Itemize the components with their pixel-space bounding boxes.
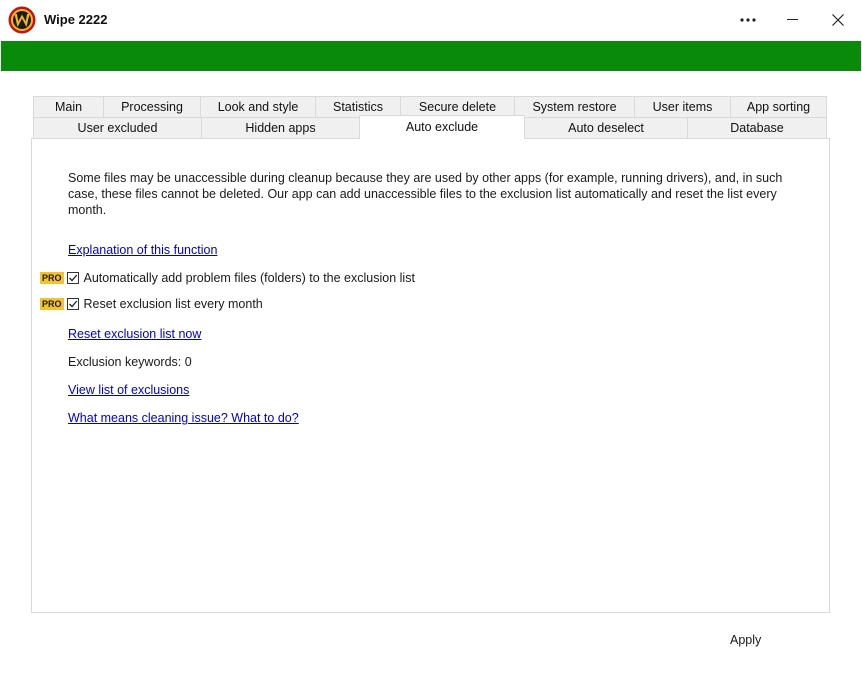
tab-processing[interactable]: Processing (103, 96, 201, 118)
view-exclusions-link[interactable]: View list of exclusions (68, 383, 189, 397)
cleaning-issue-link[interactable]: What means cleaning issue? What to do? (68, 411, 299, 425)
explanation-link[interactable]: Explanation of this function (68, 243, 217, 257)
minimize-button[interactable] (769, 0, 815, 40)
reset-monthly-label: Reset exclusion list every month (83, 297, 263, 311)
app-logo-icon (8, 6, 36, 34)
tab-hidden-apps[interactable]: Hidden apps (201, 117, 360, 139)
checkmark-icon (68, 274, 77, 282)
tab-auto-exclude[interactable]: Auto exclude (359, 115, 525, 139)
tab-database[interactable]: Database (687, 117, 827, 139)
auto-add-option[interactable]: PRO Automatically add problem files (fol… (40, 270, 415, 286)
more-dots-icon (740, 18, 756, 22)
close-button[interactable] (815, 0, 861, 40)
reset-monthly-checkbox[interactable] (66, 298, 79, 310)
description-text: Some files may be unaccessible during cl… (68, 171, 783, 217)
title-bar: Wipe 2222 (0, 0, 862, 40)
tab-app-sorting[interactable]: App sorting (730, 96, 827, 118)
accent-bar (1, 41, 861, 71)
tab-user-items[interactable]: User items (634, 96, 731, 118)
minimize-icon (786, 19, 798, 20)
close-icon (832, 14, 844, 26)
tab-user-excluded[interactable]: User excluded (33, 117, 202, 139)
auto-add-checkbox[interactable] (66, 272, 79, 284)
tab-main[interactable]: Main (33, 96, 104, 118)
app-title: Wipe 2222 (44, 12, 108, 27)
exclusion-keywords-count: Exclusion keywords: 0 (68, 355, 192, 369)
tab-auto-deselect[interactable]: Auto deselect (524, 117, 688, 139)
tab-system-restore[interactable]: System restore (514, 96, 635, 118)
reset-monthly-option[interactable]: PRO Reset exclusion list every month (40, 296, 263, 312)
reset-now-link[interactable]: Reset exclusion list now (68, 327, 201, 341)
tab-look-and-style[interactable]: Look and style (200, 96, 316, 118)
apply-button[interactable]: Apply (730, 633, 761, 647)
auto-add-label: Automatically add problem files (folders… (83, 271, 415, 285)
pro-badge: PRO (40, 272, 64, 284)
pro-badge: PRO (40, 298, 64, 310)
more-options-button[interactable] (725, 0, 771, 40)
checkmark-icon (68, 300, 77, 308)
